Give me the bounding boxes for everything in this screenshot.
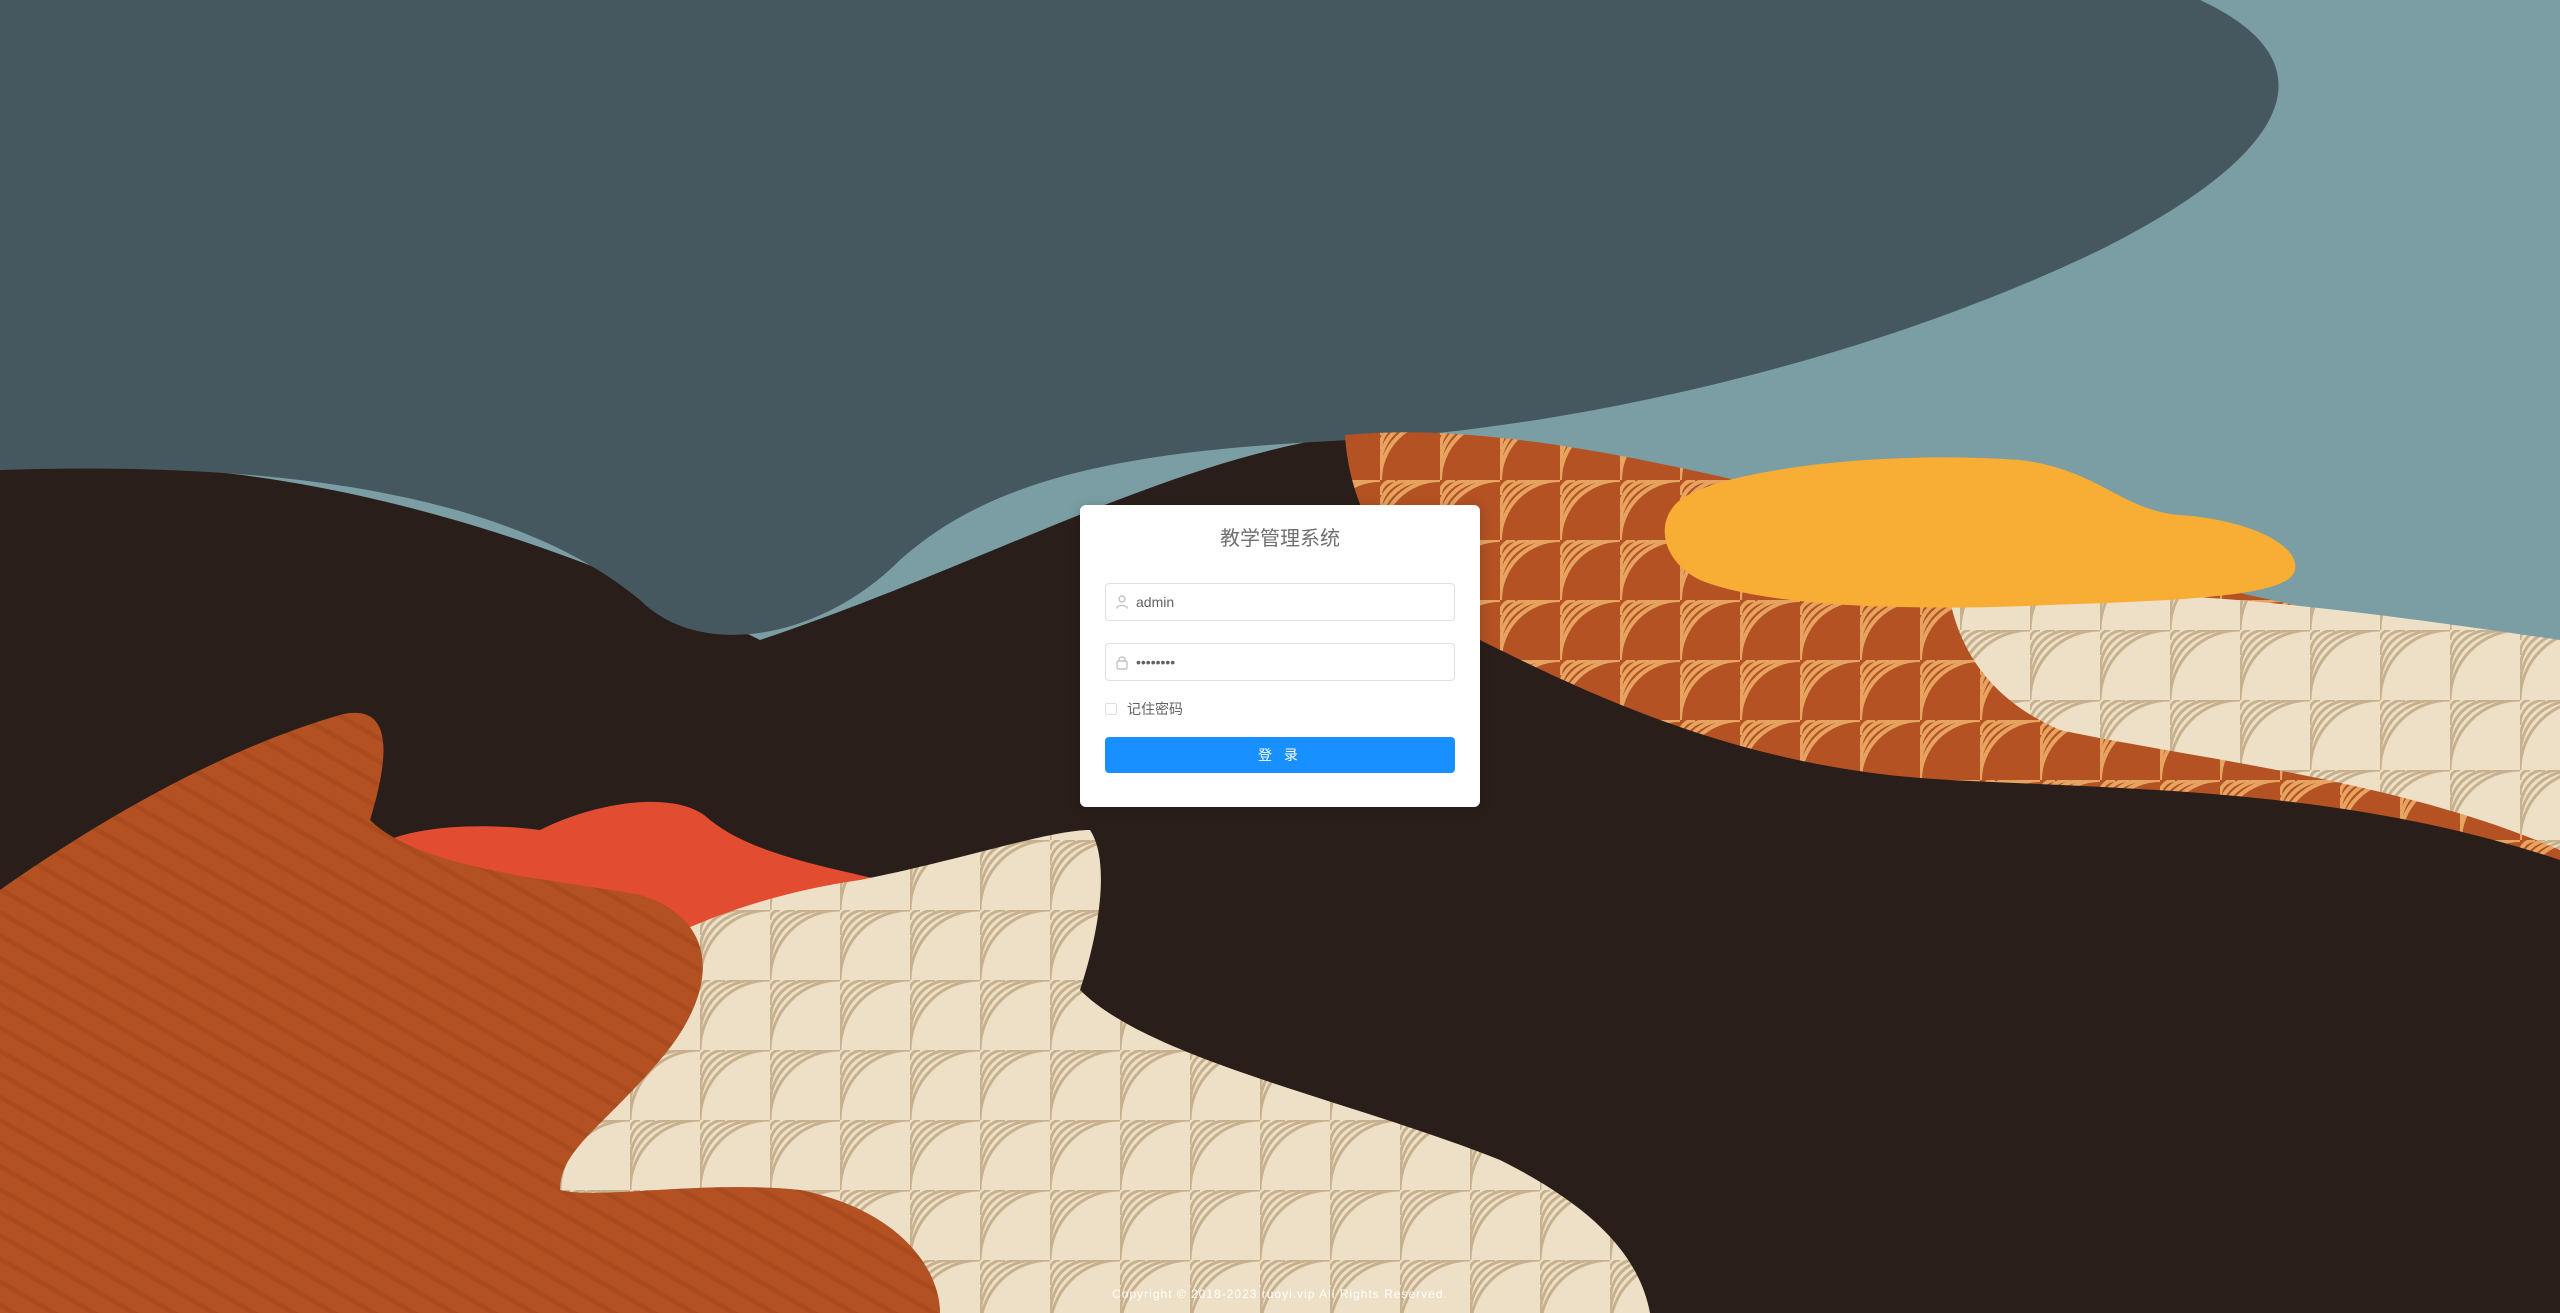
password-field[interactable] bbox=[1105, 643, 1455, 681]
login-form: 教学管理系统 记住密码 登 录 bbox=[1080, 505, 1480, 807]
copyright-footer: Copyright © 2018-2023 ruoyi.vip All Righ… bbox=[1112, 1287, 1448, 1301]
login-page: 教学管理系统 记住密码 登 录 Copyright © 2018-2023 ru… bbox=[0, 0, 2560, 1313]
user-icon bbox=[1115, 595, 1129, 609]
lock-icon bbox=[1116, 656, 1128, 670]
username-field[interactable] bbox=[1105, 583, 1455, 621]
remember-label: 记住密码 bbox=[1127, 701, 1183, 717]
username-input[interactable] bbox=[1136, 584, 1446, 620]
login-button[interactable]: 登 录 bbox=[1105, 737, 1455, 773]
remember-checkbox[interactable] bbox=[1105, 703, 1117, 715]
login-title: 教学管理系统 bbox=[1220, 528, 1340, 550]
password-input[interactable] bbox=[1136, 644, 1446, 680]
remember-password[interactable]: 记住密码 bbox=[1105, 699, 1455, 719]
